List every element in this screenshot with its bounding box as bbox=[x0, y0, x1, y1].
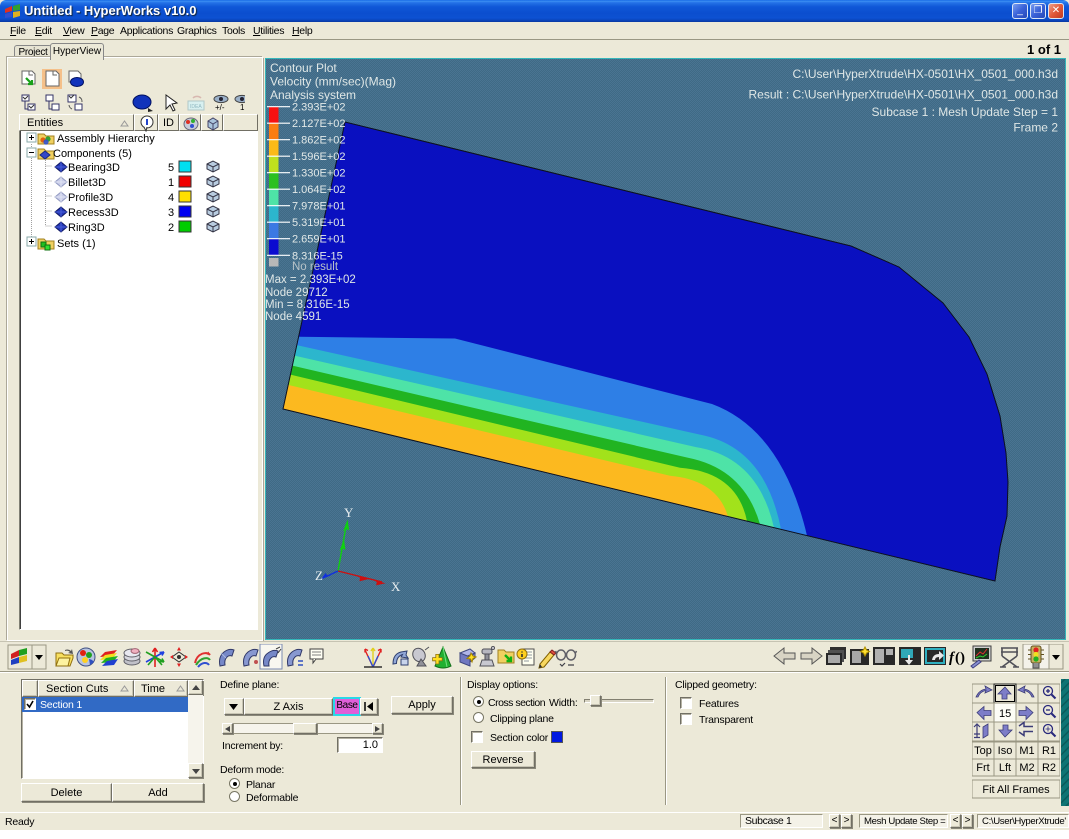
svg-text:M2: M2 bbox=[1019, 762, 1034, 774]
svg-text:IDEA: IDEA bbox=[190, 104, 202, 110]
svg-text:2: 2 bbox=[168, 222, 174, 234]
svg-text:2.393E+02: 2.393E+02 bbox=[292, 102, 346, 114]
svg-text:1: 1 bbox=[168, 177, 174, 189]
svg-text:C:\User\HyperXtrude\HX-0501\HX: C:\User\HyperXtrude\HX-0501\HX_0501_000.… bbox=[793, 67, 1059, 81]
svg-text:R1: R1 bbox=[1042, 745, 1056, 757]
svg-text:Node 4591: Node 4591 bbox=[265, 311, 321, 323]
svg-text:Components (5): Components (5) bbox=[53, 148, 132, 160]
svg-text:R2: R2 bbox=[1042, 762, 1056, 774]
svg-text:Recess3D: Recess3D bbox=[68, 207, 119, 219]
svg-text:Max = 2.393E+02: Max = 2.393E+02 bbox=[265, 274, 356, 286]
svg-text:Subcase 1 : Mesh Update Step =: Subcase 1 : Mesh Update Step = 1 bbox=[872, 105, 1059, 119]
svg-text:Result : C:\User\HyperXtrude\H: Result : C:\User\HyperXtrude\HX-0501\HX_… bbox=[748, 88, 1058, 102]
svg-text:Ring3D: Ring3D bbox=[68, 222, 105, 234]
svg-text:Node 29712: Node 29712 bbox=[265, 287, 328, 299]
svg-text:1: 1 bbox=[240, 103, 245, 112]
svg-text:Bearing3D: Bearing3D bbox=[68, 162, 120, 174]
svg-text:f(): f() bbox=[949, 650, 965, 666]
svg-text:+/-: +/- bbox=[215, 103, 225, 112]
svg-text:5: 5 bbox=[168, 162, 174, 174]
svg-text:X: X bbox=[391, 579, 401, 594]
svg-text:3: 3 bbox=[168, 207, 174, 219]
svg-text:1.596E+02: 1.596E+02 bbox=[292, 151, 346, 163]
svg-text:Frame 2: Frame 2 bbox=[1013, 121, 1058, 135]
svg-text:2.127E+02: 2.127E+02 bbox=[292, 118, 346, 130]
svg-text:Billet3D: Billet3D bbox=[68, 177, 106, 189]
svg-text:Assembly Hierarchy: Assembly Hierarchy bbox=[57, 133, 155, 145]
svg-text:Frt: Frt bbox=[976, 762, 989, 774]
svg-text:1.862E+02: 1.862E+02 bbox=[292, 135, 346, 147]
svg-text:No result: No result bbox=[292, 261, 339, 273]
svg-text:Z: Z bbox=[315, 568, 323, 583]
svg-text:1.064E+02: 1.064E+02 bbox=[292, 184, 346, 196]
svg-text:Analysis system: Analysis system bbox=[270, 88, 356, 102]
svg-text:M1: M1 bbox=[1019, 745, 1034, 757]
svg-text:Lft: Lft bbox=[999, 762, 1011, 774]
svg-text:Y: Y bbox=[344, 505, 354, 520]
svg-text:7.978E+01: 7.978E+01 bbox=[292, 201, 346, 213]
svg-text:Profile3D: Profile3D bbox=[68, 192, 113, 204]
svg-text:Top: Top bbox=[974, 745, 992, 757]
svg-text:Iso: Iso bbox=[998, 745, 1013, 757]
svg-text:Min = 8.316E-15: Min = 8.316E-15 bbox=[265, 299, 350, 311]
svg-text:Contour Plot: Contour Plot bbox=[270, 61, 337, 75]
svg-text:Sets (1): Sets (1) bbox=[57, 238, 96, 250]
svg-text:Fit All Frames: Fit All Frames bbox=[982, 784, 1050, 796]
svg-text:15: 15 bbox=[999, 708, 1011, 720]
svg-text:2.659E+01: 2.659E+01 bbox=[292, 234, 346, 246]
svg-text:5.319E+01: 5.319E+01 bbox=[292, 217, 346, 229]
svg-text:4: 4 bbox=[168, 192, 174, 204]
svg-text:1.330E+02: 1.330E+02 bbox=[292, 168, 346, 180]
svg-text:Velocity (mm/sec)(Mag): Velocity (mm/sec)(Mag) bbox=[270, 75, 396, 89]
